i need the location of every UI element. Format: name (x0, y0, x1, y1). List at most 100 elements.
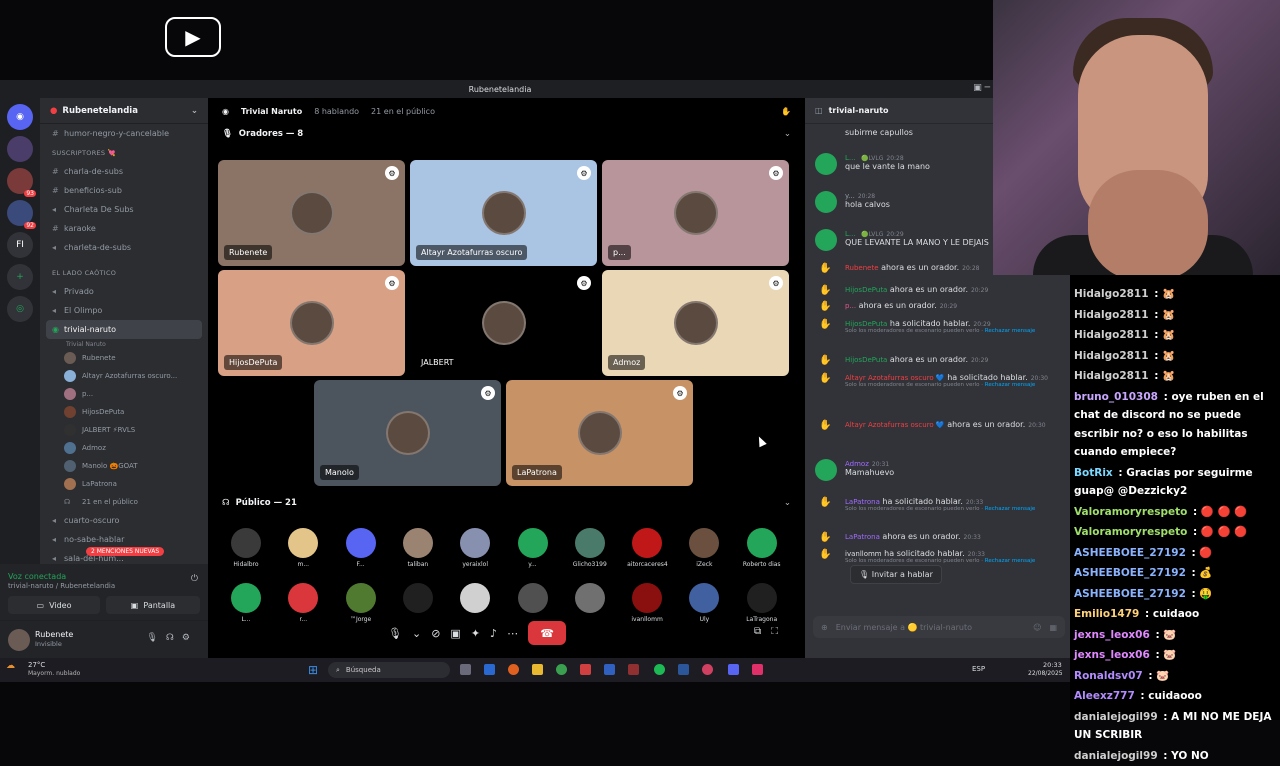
app-icon[interactable] (604, 664, 615, 675)
headset-icon[interactable]: ☊ (166, 633, 182, 643)
hangup-button[interactable]: ☎ (528, 621, 566, 645)
voice-user[interactable]: Manolo 🎃GOAT (40, 457, 208, 475)
app-icon[interactable] (702, 664, 713, 675)
soundboard-icon[interactable]: ♪ (490, 627, 497, 640)
voice-user[interactable]: Altayr Azotafurras oscuro... (40, 367, 208, 385)
avatar[interactable] (815, 229, 837, 251)
audience-member[interactable]: m... (283, 528, 323, 568)
user-controls[interactable]: 🎙☊⚙ (146, 633, 198, 643)
channel-item[interactable]: ◂Privado (40, 282, 208, 301)
message-author[interactable]: Rubenete (845, 264, 879, 272)
reject-link[interactable]: Rechazar mensaje (985, 328, 1035, 334)
apps-icon[interactable]: ▦ (1049, 623, 1057, 632)
chrome-icon[interactable] (556, 664, 567, 675)
active-stage-channel[interactable]: ◉trivial-naruto (46, 320, 202, 339)
chat-message[interactable]: ✋HijosDePuta ahora es un orador.20:29 (805, 355, 1070, 364)
mic-icon[interactable]: 🎙 (146, 633, 165, 643)
speaker-tile[interactable]: ⚙Rubenete (218, 160, 405, 266)
new-mentions-pill[interactable]: 2 MENCIONES NUEVAS (86, 547, 164, 556)
more-options-icon[interactable]: ⚙ (385, 166, 399, 180)
category-header[interactable]: SUSCRIPTORES 💘 (40, 143, 208, 162)
audience-member[interactable]: L... (226, 583, 266, 623)
screen-share-button[interactable]: ▣Pantalla (106, 596, 200, 614)
message-input[interactable]: ⊕Enviar mensaje a 🟡 trivial-naruto☺▦ (813, 616, 1065, 638)
speaker-tile[interactable]: ⚙Altayr Azotafurras oscuro (410, 160, 597, 266)
guild-header[interactable]: ●Rubenetelandia⌄ (40, 98, 208, 124)
channel-item[interactable]: #karaoke (40, 219, 208, 238)
audience-member[interactable]: ivanllomm (627, 583, 667, 623)
more-icon[interactable]: ⋯ (507, 627, 518, 640)
disconnect-icon[interactable]: ⏻ (191, 574, 198, 584)
speaker-tile[interactable]: ⚙Manolo (314, 380, 501, 486)
voice-user[interactable]: Admoz (40, 439, 208, 457)
chat-message[interactable]: ✋ivanllomm ha solicitado hablar.20:33Sol… (805, 549, 1070, 564)
server-icon[interactable]: 92 (7, 200, 33, 226)
message-author[interactable]: y... (845, 192, 855, 200)
audience-member[interactable]: Hidalbro (226, 528, 266, 568)
reject-link[interactable]: Rechazar mensaje (985, 506, 1035, 512)
more-options-icon[interactable]: ⚙ (577, 166, 591, 180)
message-author[interactable]: LaPatrona (845, 498, 880, 506)
message-author[interactable]: ivanllomm (845, 550, 882, 558)
server-icon[interactable]: FI (7, 232, 33, 258)
chat-message[interactable]: ✋LaPatrona ha solicitado hablar.20:33Sol… (805, 497, 1070, 512)
channel-item[interactable]: ◂Charleta De Subs (40, 200, 208, 219)
chat-message[interactable]: ✋Altayr Azotafurras oscuro 💙 ha solicita… (805, 373, 1070, 388)
discord-taskbar-icon[interactable] (728, 664, 739, 675)
avatar[interactable] (815, 459, 837, 481)
weather-icon[interactable]: ☁ (6, 661, 15, 671)
more-options-icon[interactable]: ⚙ (769, 166, 783, 180)
audience-member[interactable] (455, 583, 495, 616)
raise-hand-icon[interactable]: ✋ (781, 107, 791, 116)
chat-message[interactable]: ✋Altayr Azotafurras oscuro 💙 ahora es un… (805, 420, 1070, 429)
speaker-tile[interactable]: ⚙p... (602, 160, 789, 266)
fullscreen-icon[interactable]: ⛶ (771, 626, 788, 637)
audience-member[interactable] (513, 583, 553, 616)
chat-message[interactable]: ✋p... ahora es un orador.20:29 (805, 301, 1070, 310)
voice-user[interactable]: Rubenete (40, 349, 208, 367)
chat-message[interactable]: ✋HijosDePuta ahora es un orador.20:29 (805, 285, 1070, 294)
audience-member[interactable] (398, 583, 438, 616)
channel-item[interactable]: ◂cuarto-oscuro (40, 511, 208, 530)
language-indicator[interactable]: ESP (972, 665, 985, 673)
channel-item[interactable]: #charla-de-subs (40, 162, 208, 181)
emoji-icon[interactable]: ☺ (1033, 623, 1041, 632)
speaker-tile[interactable]: ⚙LaPatrona (506, 380, 693, 486)
voice-user[interactable]: HijosDePuta (40, 403, 208, 421)
message-author[interactable]: Altayr Azotafurras oscuro 💙 (845, 374, 945, 382)
reject-link[interactable]: Rechazar mensaje (985, 382, 1035, 388)
audience-member[interactable]: Glicho3199 (570, 528, 610, 568)
audience-member[interactable]: LaTragona (742, 583, 782, 623)
voice-user[interactable]: LaPatrona (40, 475, 208, 493)
discord-home-icon[interactable]: ◉ (7, 104, 33, 130)
audience-member[interactable]: ™Jorge (341, 583, 381, 623)
audience-member[interactable]: F... (341, 528, 381, 568)
audience-member[interactable] (570, 583, 610, 616)
voice-user[interactable]: p... (40, 385, 208, 403)
avatar[interactable] (8, 629, 30, 651)
add-icon[interactable]: ⊕ (821, 623, 828, 632)
message-author[interactable]: Altayr Azotafurras oscuro 💙 (845, 421, 945, 429)
channel-item[interactable]: #humor-negro-y-cancelable (40, 124, 208, 143)
video-button[interactable]: ▭Video (8, 596, 100, 614)
message-author[interactable]: HijosDePuta (845, 286, 887, 294)
invite-to-speak-button[interactable]: 🎙 Invitar a hablar (850, 565, 942, 584)
chat-message[interactable]: Admoz20:31Mamahuevo (805, 459, 1070, 477)
popout-icon[interactable]: ⧉ (754, 626, 771, 637)
message-author[interactable]: p... (845, 302, 856, 310)
message-author[interactable]: L... (845, 154, 856, 162)
more-options-icon[interactable]: ⚙ (481, 386, 495, 400)
reject-link[interactable]: Rechazar mensaje (985, 558, 1035, 564)
avatar[interactable] (815, 191, 837, 213)
speaker-tile[interactable]: ⚙Admoz (602, 270, 789, 376)
explore-icon[interactable]: ◎ (7, 296, 33, 322)
add-server-icon[interactable]: + (7, 264, 33, 290)
audience-member[interactable]: iZeck (684, 528, 724, 568)
message-author[interactable]: HijosDePuta (845, 356, 887, 364)
audience-member[interactable]: taliban (398, 528, 438, 568)
public-section-header[interactable]: ☊Público — 21⌄ (208, 493, 805, 513)
mic-icon[interactable]: 🎙 (388, 627, 402, 640)
server-icon[interactable] (7, 136, 33, 162)
channel-item[interactable]: ◂El Olimpo (40, 301, 208, 320)
windows-start-icon[interactable]: ⊞ (308, 663, 318, 677)
